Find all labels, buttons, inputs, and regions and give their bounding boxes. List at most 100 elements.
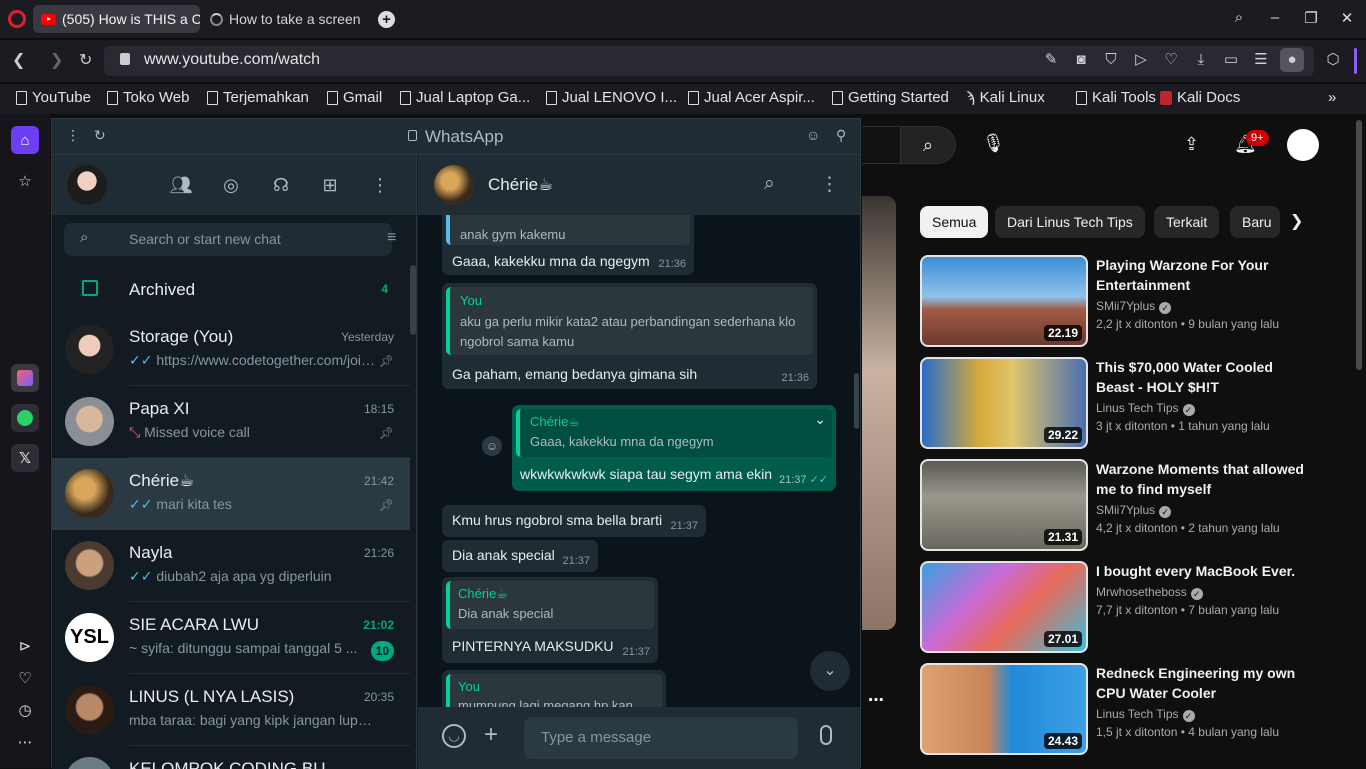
chat-item-linus[interactable]: LINUS (L NYA LASIS) 20:35 mba taraa: bag… [52, 674, 410, 746]
camera-icon[interactable]: ◙ [1072, 51, 1090, 69]
panel-menu-icon[interactable]: ⋮ [66, 127, 80, 144]
video-item[interactable]: 21.31 Warzone Moments that allowed me to… [920, 459, 1340, 551]
message-bubble[interactable]: Dia anak special 21:37 [442, 540, 598, 572]
chat-item-cherie[interactable]: Chérie☕ 21:42 ✓✓ mari kita tes 📌︎ [52, 458, 410, 530]
video-thumbnail[interactable]: 29.22 [920, 357, 1088, 449]
heart-icon[interactable]: ♡ [1162, 51, 1180, 69]
video-title[interactable]: This $70,000 Water Cooled Beast - HOLY $… [1096, 357, 1306, 397]
quoted-message[interactable]: Chérie☕ Gaaa, kakekku mna da ngegym [516, 409, 832, 457]
video-thumbnail[interactable]: 27.01 [920, 561, 1088, 653]
microphone-icon[interactable]: 🎙 [982, 133, 1005, 157]
close-icon[interactable]: ✕ [1336, 9, 1358, 27]
bookmark-jual-laptop[interactable]: Jual Laptop Ga... [400, 89, 530, 106]
message-input[interactable]: Type a message [524, 717, 798, 759]
archived-row[interactable]: Archived 4 [52, 271, 410, 307]
chip-baru[interactable]: Baru [1230, 206, 1280, 238]
tab-youtube[interactable]: (505) How is THIS a C [33, 5, 200, 33]
panel-reload-icon[interactable]: ↻ [94, 127, 106, 144]
bookmark-kali-docs[interactable]: Kali Docs [1160, 89, 1240, 106]
attach-plus-icon[interactable]: + [484, 721, 498, 749]
chips-next-icon[interactable]: ❯ [1290, 211, 1303, 231]
bookmark-jual-lenovo[interactable]: Jual LENOVO I... [546, 89, 677, 106]
video-thumbnail[interactable]: 21.31 [920, 459, 1088, 551]
back-button[interactable]: ❮ [12, 50, 25, 70]
reload-button[interactable]: ↻ [79, 50, 92, 70]
video-channel[interactable]: Linus Tech Tips ✓ [1096, 707, 1195, 722]
message-bubble[interactable]: anak gym kakemu Gaaa, kakekku mna da nge… [442, 215, 694, 275]
quoted-message[interactable]: Chérie☕ Dia anak special [446, 581, 654, 629]
new-tab-button[interactable]: + [378, 11, 395, 28]
status-icon[interactable]: ◎ [219, 175, 243, 196]
more-icon[interactable]: ⋯ [11, 728, 39, 756]
whatsapp-icon[interactable] [11, 404, 39, 432]
message-menu-icon[interactable]: ⌄ [814, 411, 826, 428]
menu-icon[interactable]: ⋮ [820, 173, 839, 196]
youtube-more-icon[interactable]: ⋯ [868, 690, 884, 710]
home-icon[interactable]: ⌂ [11, 126, 39, 154]
upload-icon[interactable]: ⇪ [1184, 134, 1199, 155]
x-twitter-icon[interactable]: 𝕏 [11, 444, 39, 472]
message-bubble[interactable]: You mumpung lagi megang hp kan tuh [442, 670, 666, 707]
video-title[interactable]: Playing Warzone For Your Entertainment [1096, 255, 1306, 295]
star-icon[interactable]: ☆ [11, 167, 39, 195]
video-channel[interactable]: Linus Tech Tips ✓ [1096, 401, 1195, 416]
more-bookmarks-button[interactable]: » [1328, 89, 1336, 106]
filter-icon[interactable]: ≡ [387, 229, 396, 247]
video-item[interactable]: 22.19 Playing Warzone For Your Entertain… [920, 255, 1340, 347]
url-text[interactable]: www.youtube.com/watch [144, 51, 320, 69]
video-thumbnail[interactable]: 24.43 [920, 663, 1088, 755]
menu-icon[interactable]: ⋮ [368, 175, 392, 196]
account-avatar[interactable] [1287, 129, 1319, 161]
chat-item-storage[interactable]: Storage (You) Yesterday ✓✓ https://www.c… [52, 314, 410, 386]
search-icon[interactable]: ⌕ [764, 173, 775, 195]
bookmark-kali-linux[interactable]: ϡ Kali Linux [966, 89, 1045, 106]
bookmark-jual-acer[interactable]: Jual Acer Aspir... [688, 89, 815, 106]
message-bubble-outgoing[interactable]: Chérie☕ Gaaa, kakekku mna da ngegym ⌄ wk… [512, 405, 836, 491]
menu-icon[interactable]: ☰ [1252, 51, 1270, 69]
contact-avatar[interactable] [434, 165, 474, 205]
history-icon[interactable]: ◷ [11, 696, 39, 724]
player-icon[interactable]: ⊳ [11, 632, 39, 660]
emoji-icon[interactable]: ◡ [442, 724, 466, 748]
emoji-icon[interactable]: ☺ [806, 127, 820, 143]
tab-search-icon[interactable]: ⌕ [1228, 9, 1250, 26]
video-item[interactable]: 27.01 I bought every MacBook Ever. Mrwho… [920, 561, 1340, 653]
edit-icon[interactable]: ✎ [1042, 51, 1060, 69]
bookmark-gmail[interactable]: Gmail [327, 89, 382, 106]
youtube-video-area[interactable] [862, 196, 896, 630]
video-item[interactable]: 24.43 Redneck Engineering my own CPU Wat… [920, 663, 1340, 755]
quoted-message[interactable]: anak gym kakemu [446, 215, 690, 245]
aria-ai-icon[interactable] [11, 364, 39, 392]
chat-item-sie-acara[interactable]: YSL SIE ACARA LWU 21:02 ~ syifa: ditungg… [52, 602, 410, 674]
bookmark-terjemahkan[interactable]: Terjemahkan [207, 89, 309, 106]
video-channel[interactable]: Mrwhosetheboss ✓ [1096, 585, 1203, 600]
microphone-icon[interactable] [820, 725, 832, 745]
bookmark-youtube[interactable]: YouTube [16, 89, 91, 106]
bookmark-getting-started[interactable]: Getting Started [832, 89, 949, 106]
video-title[interactable]: Redneck Engineering my own CPU Water Coo… [1096, 663, 1306, 703]
chip-terkait[interactable]: Terkait [1154, 206, 1220, 238]
my-avatar[interactable] [67, 165, 107, 205]
video-title[interactable]: I bought every MacBook Ever. [1096, 561, 1306, 581]
bookmark-kali-tools[interactable]: Kali Tools [1076, 89, 1156, 106]
forward-button[interactable]: ❯ [50, 50, 63, 70]
download-icon[interactable]: ⤓ [1192, 51, 1210, 69]
opera-logo-icon[interactable] [8, 10, 26, 28]
youtube-search-button[interactable]: ⌕ [900, 126, 956, 164]
search-input[interactable]: Search or start new chat [129, 231, 281, 247]
heart-icon[interactable]: ♡ [11, 664, 39, 692]
restore-icon[interactable]: ❐ [1300, 9, 1322, 27]
message-bubble[interactable]: Chérie☕ Dia anak special PINTERNYA MAKSU… [442, 577, 658, 663]
video-thumbnail[interactable]: 22.19 [920, 255, 1088, 347]
new-chat-icon[interactable]: ⊞ [318, 175, 342, 196]
send-icon[interactable]: ▷ [1132, 51, 1150, 69]
chat-list-scrollbar[interactable] [410, 265, 416, 335]
video-item[interactable]: 29.22 This $70,000 Water Cooled Beast - … [920, 357, 1340, 449]
chip-semua[interactable]: Semua [920, 206, 989, 238]
chat-item-kelompok[interactable]: KELOMPOK CODING BU [52, 746, 410, 769]
video-channel[interactable]: SMii7Yplus ✓ [1096, 503, 1172, 518]
battery-icon[interactable]: ▭ [1222, 51, 1240, 69]
video-title[interactable]: Warzone Moments that allowed me to find … [1096, 459, 1306, 499]
search-box[interactable]: ⌕ Search or start new chat [64, 223, 392, 256]
communities-icon[interactable]: 👥︎ [169, 175, 193, 196]
